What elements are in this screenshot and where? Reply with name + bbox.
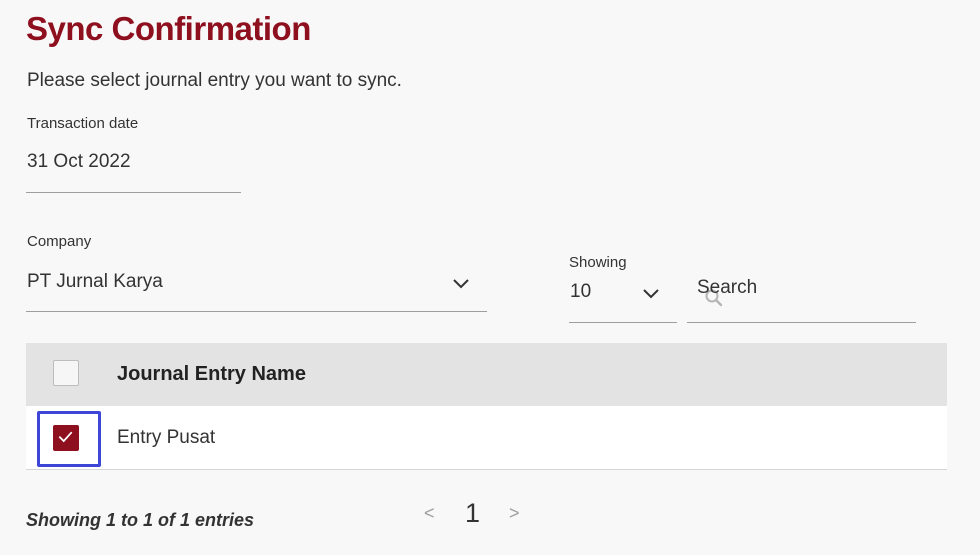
row-entry-name: Entry Pusat — [117, 427, 216, 448]
chevron-down-icon[interactable] — [451, 277, 471, 291]
search-underline — [687, 322, 916, 323]
chevron-down-icon[interactable] — [641, 287, 661, 301]
showing-label: Showing — [569, 254, 627, 271]
transaction-date-value[interactable]: 31 Oct 2022 — [27, 151, 131, 173]
pagination-prev-button[interactable]: < — [424, 503, 435, 524]
entries-info: Showing 1 to 1 of 1 entries — [26, 510, 255, 530]
select-all-checkbox[interactable] — [53, 360, 79, 386]
transaction-date-underline — [26, 192, 241, 193]
search-placeholder[interactable]: Search — [697, 277, 757, 299]
row-checkbox[interactable] — [53, 425, 79, 451]
company-label: Company — [27, 233, 92, 250]
table-row[interactable]: Entry Pusat — [26, 406, 947, 470]
page-size-value[interactable]: 10 — [570, 281, 591, 303]
company-value[interactable]: PT Jurnal Karya — [27, 271, 163, 293]
company-underline — [26, 311, 487, 312]
pagination-next-button[interactable]: > — [509, 503, 520, 524]
page-size-underline — [569, 322, 677, 323]
column-header-journal-entry-name: Journal Entry Name — [117, 363, 306, 385]
journal-entry-table: Journal Entry Name Entry Pusat — [26, 343, 947, 470]
page-subtitle: Please select journal entry you want to … — [27, 70, 402, 91]
pagination-page-1[interactable]: 1 — [465, 498, 480, 529]
page-title: Sync Confirmation — [26, 10, 311, 47]
table-header: Journal Entry Name — [26, 343, 947, 406]
checkmark-icon — [58, 431, 73, 443]
transaction-date-label: Transaction date — [27, 115, 139, 132]
